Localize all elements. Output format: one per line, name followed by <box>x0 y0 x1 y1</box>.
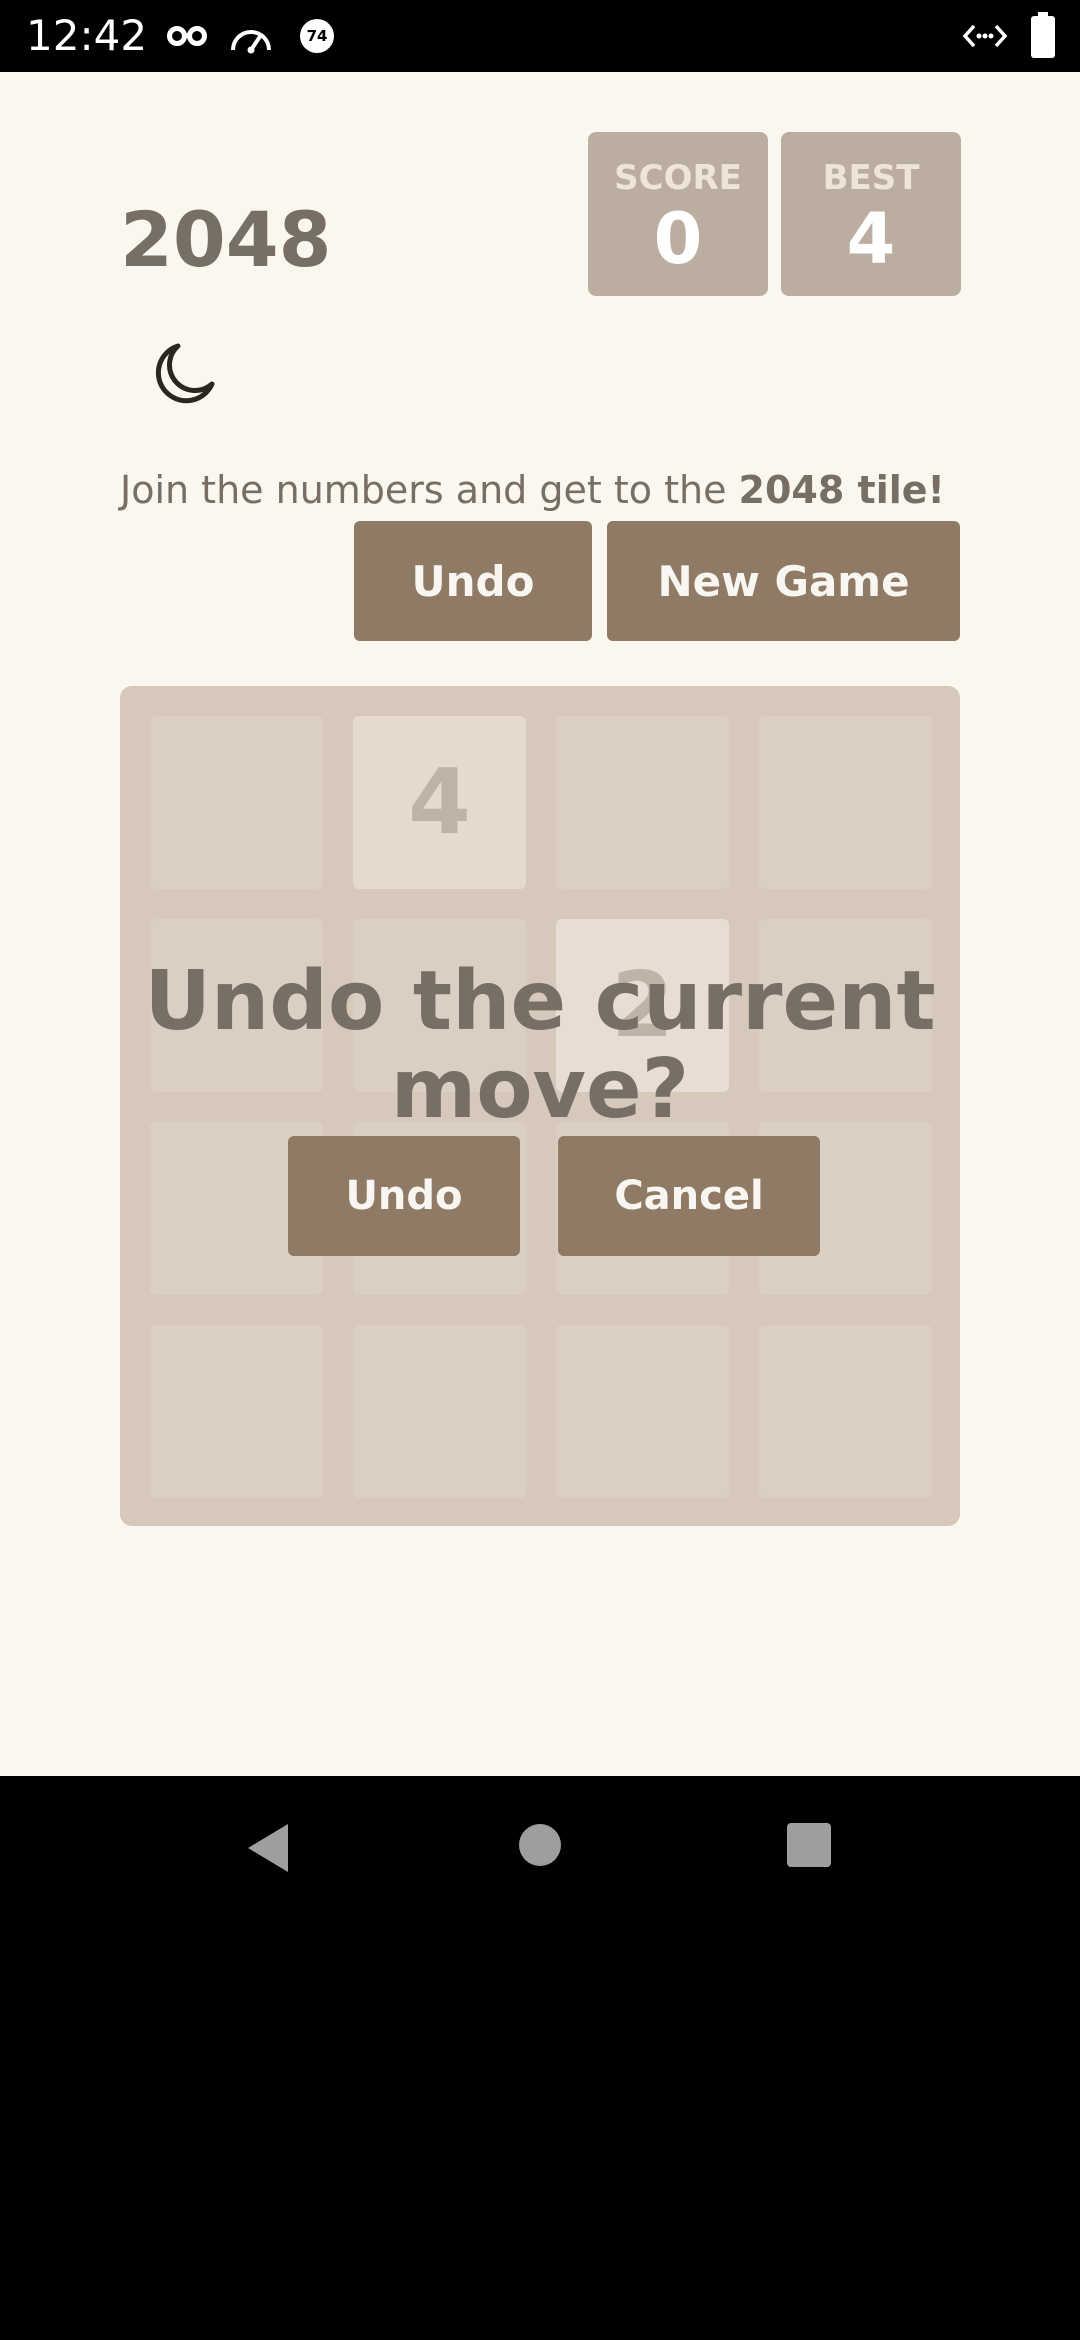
intro-plain: Join the numbers and get to the <box>120 468 739 512</box>
undo-button[interactable]: Undo <box>354 521 592 641</box>
new-game-button[interactable]: New Game <box>607 521 960 641</box>
game-board[interactable]: 42 Undo the current move? Undo Cancel <box>120 686 960 1526</box>
recents-icon[interactable] <box>786 1822 832 1868</box>
dialog-cancel-button[interactable]: Cancel <box>558 1136 820 1256</box>
undo-dialog-message: Undo the current move? <box>144 954 936 1137</box>
speedometer-icon <box>231 30 271 54</box>
status-time: 12:42 <box>26 11 148 60</box>
home-icon[interactable] <box>517 1822 563 1868</box>
temperature-badge-value: 74 <box>306 27 328 45</box>
battery-icon <box>1031 12 1055 58</box>
intro-bold: 2048 tile! <box>738 468 945 512</box>
best-label: BEST <box>822 158 920 198</box>
best-value: 4 <box>846 198 896 280</box>
game-title: 2048 <box>120 195 332 284</box>
game-screen: 2048 SCORE 0 BEST 4 Join the numbers and… <box>0 72 1080 1776</box>
undo-dialog-overlay: Undo the current move? Undo Cancel <box>120 686 960 1526</box>
screen: 12:42 74 2048 SCORE 0 BEST 4 Join the nu… <box>0 0 1080 2340</box>
temperature-badge-icon: 74 <box>300 19 334 53</box>
score-box: SCORE 0 <box>588 132 768 296</box>
incognito-icon <box>167 26 207 46</box>
best-box: BEST 4 <box>781 132 961 296</box>
score-label: SCORE <box>614 158 742 198</box>
back-icon[interactable] <box>244 1822 292 1874</box>
moon-icon[interactable] <box>148 340 218 410</box>
status-bar: 12:42 74 <box>0 0 1080 72</box>
intro-text: Join the numbers and get to the 2048 til… <box>120 462 1000 518</box>
code-icon <box>962 24 1008 48</box>
score-value: 0 <box>653 198 703 280</box>
navigation-bar <box>0 1776 1080 2340</box>
dialog-undo-button[interactable]: Undo <box>288 1136 520 1256</box>
